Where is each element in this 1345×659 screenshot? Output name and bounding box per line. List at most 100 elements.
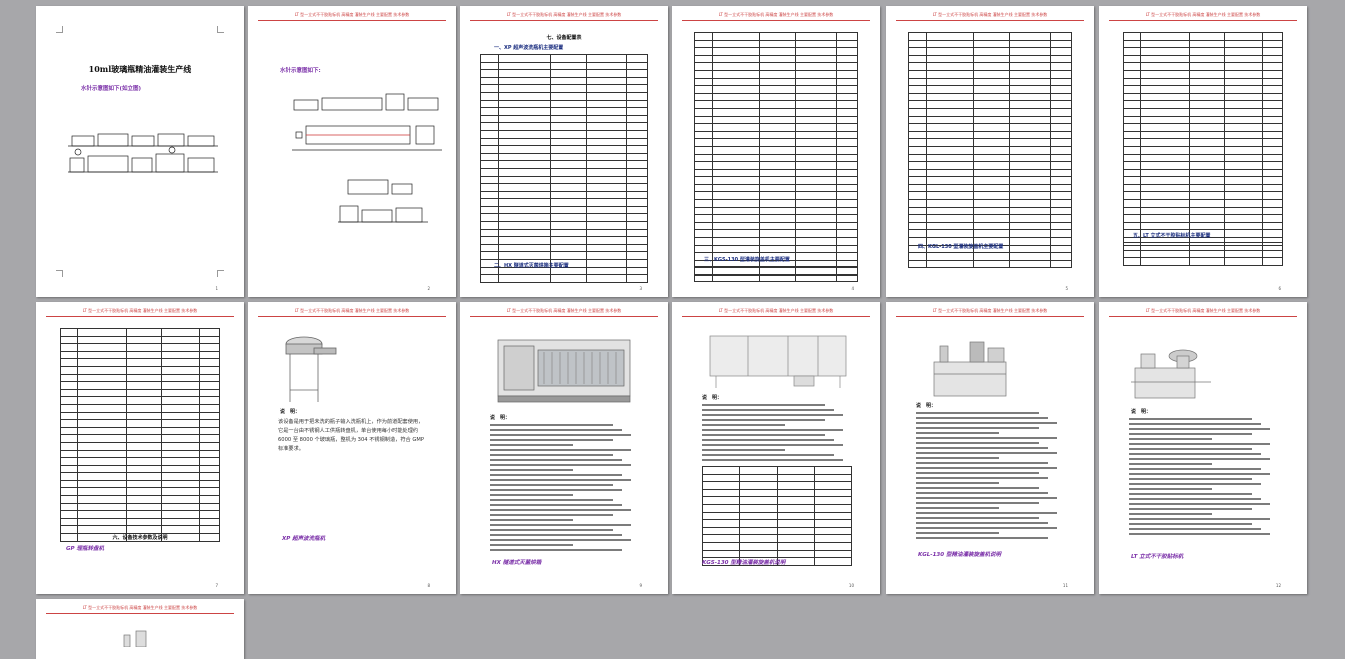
table-row [479, 69, 649, 78]
table-row [908, 221, 1072, 231]
table-cell [1189, 257, 1226, 266]
text-line [1129, 503, 1270, 506]
table-cell [836, 69, 858, 79]
page-11[interactable]: LT 型—立式不干胶贴标机 高精度 灌装生产线 主要配置 技术参数 说 明： K… [886, 302, 1094, 594]
page-number: 4 [851, 286, 854, 291]
page-2[interactable]: LT 型—立式不干胶贴标机 高精度 灌装生产线 主要配置 技术参数 水针示意图如… [248, 6, 456, 297]
text-line [916, 472, 1039, 475]
table-cell [1140, 130, 1191, 140]
table-cell [1050, 47, 1072, 56]
table-cell [759, 183, 796, 193]
table-cell [739, 481, 778, 490]
table-cell [925, 259, 975, 269]
table-cell [198, 449, 221, 459]
bottle-sorter-image [285, 336, 337, 402]
subsection-heading: 五、LT 立式不干胶贴标机主要配置 [1133, 233, 1211, 239]
table-cell [1224, 69, 1263, 79]
text-line [916, 422, 1057, 425]
table-cell [759, 32, 796, 41]
text-line [916, 437, 1057, 440]
page-10[interactable]: LT 型—立式不干胶贴标机 高精度 灌装生产线 主要配置 技术参数 说 明： K… [672, 302, 880, 594]
table-cell [1224, 199, 1263, 208]
table-cell [198, 495, 221, 504]
table-cell [836, 183, 858, 193]
page-12[interactable]: LT 型—立式不干胶贴标机 高精度 灌装生产线 主要配置 技术参数 说 明： L… [1099, 302, 1307, 594]
table-cell [973, 62, 1010, 71]
table-cell [694, 237, 713, 246]
table-cell [711, 77, 761, 87]
table-row [1122, 47, 1284, 56]
table-row [701, 541, 853, 551]
table-cell [1261, 32, 1284, 41]
text-line [916, 427, 1039, 430]
table-cell [198, 487, 221, 497]
table-row [908, 100, 1072, 109]
table-cell [625, 54, 649, 63]
table-cell [1008, 47, 1052, 56]
table-row [479, 175, 649, 185]
page-8[interactable]: LT 型—立式不干胶贴标机 高精度 灌装生产线 主要配置 技术参数 说 明： 该… [248, 302, 456, 594]
table-cell [59, 350, 79, 360]
text-line [916, 412, 1039, 415]
page-7[interactable]: LT 型—立式不干胶贴标机 高精度 灌装生产线 主要配置 技术参数 六、设备技术… [36, 302, 244, 594]
diagram-link[interactable]: 水针示意图如下: [280, 66, 321, 74]
table-row [908, 229, 1072, 239]
text-line [490, 509, 631, 512]
page-9[interactable]: LT 型—立式不干胶贴标机 高精度 灌装生产线 主要配置 技术参数 说 明： H… [460, 302, 668, 594]
table-row [1122, 54, 1284, 64]
page-13[interactable]: LT 型—立式不干胶贴标机 高精度 灌装生产线 主要配置 技术参数 [36, 599, 244, 659]
text-line [916, 457, 999, 460]
text-line [916, 497, 1057, 500]
table-cell [1224, 145, 1263, 155]
table-cell [625, 84, 649, 93]
page-3[interactable]: LT 型—立式不干胶贴标机 高精度 灌装生产线 主要配置 技术参数 七、设备配置… [460, 6, 668, 297]
page-5[interactable]: LT 型—立式不干胶贴标机 高精度 灌装生产线 主要配置 技术参数 四、KGL-… [886, 6, 1094, 297]
table-cell [498, 61, 551, 71]
section-caption: KGL-130 型精油灌装旋盖机说明 [918, 552, 1001, 558]
table-cell [498, 236, 551, 245]
table-cell [1050, 183, 1072, 193]
table-cell [1122, 115, 1142, 125]
table-row [908, 214, 1072, 223]
table-cell [625, 91, 649, 101]
table-row [1122, 107, 1284, 117]
table-row [908, 62, 1072, 71]
table-cell [1189, 242, 1226, 251]
text-line [702, 419, 825, 422]
text-line [1129, 443, 1270, 446]
table-cell [694, 168, 713, 178]
table-cell [711, 100, 761, 109]
table-cell [1008, 107, 1052, 117]
table-cell [1050, 191, 1072, 201]
table-cell [694, 92, 713, 102]
table-cell [549, 183, 588, 192]
table-cell [908, 221, 927, 231]
table-cell [908, 153, 927, 163]
text-line [916, 507, 999, 510]
page-1[interactable]: 10ml玻璃瓶精油灌装生产线 水针示意图如下(如立图) 1 [36, 6, 244, 297]
config-table [908, 32, 1072, 261]
table-row [479, 213, 649, 223]
page-header: LT 型—立式不干胶贴标机 高精度 灌装生产线 主要配置 技术参数 [1109, 10, 1297, 21]
table-cell [161, 381, 200, 390]
table-cell [549, 251, 588, 261]
table-cell [126, 449, 163, 459]
section-caption: LT 立式不干胶贴标机 [1131, 554, 1184, 560]
table-cell [161, 449, 200, 459]
text-line [702, 414, 843, 417]
table-cell [711, 183, 761, 193]
table-row [694, 123, 858, 132]
table-row [1122, 62, 1284, 71]
table-cell [711, 145, 761, 155]
table-cell [126, 441, 163, 451]
table-row [479, 205, 649, 215]
table-row [59, 479, 221, 489]
table-row [1122, 199, 1284, 208]
table-row [59, 525, 221, 535]
page-4[interactable]: LT 型—立式不干胶贴标机 高精度 灌装生产线 主要配置 技术参数 三、KGS-… [672, 6, 880, 297]
table-cell [925, 92, 975, 102]
diagram-link[interactable]: 水针示意图如下(如立图) [81, 84, 141, 92]
table-cell [498, 183, 551, 192]
table-cell [711, 237, 761, 246]
page-6[interactable]: LT 型—立式不干胶贴标机 高精度 灌装生产线 主要配置 技术参数 五、LT 立… [1099, 6, 1307, 297]
